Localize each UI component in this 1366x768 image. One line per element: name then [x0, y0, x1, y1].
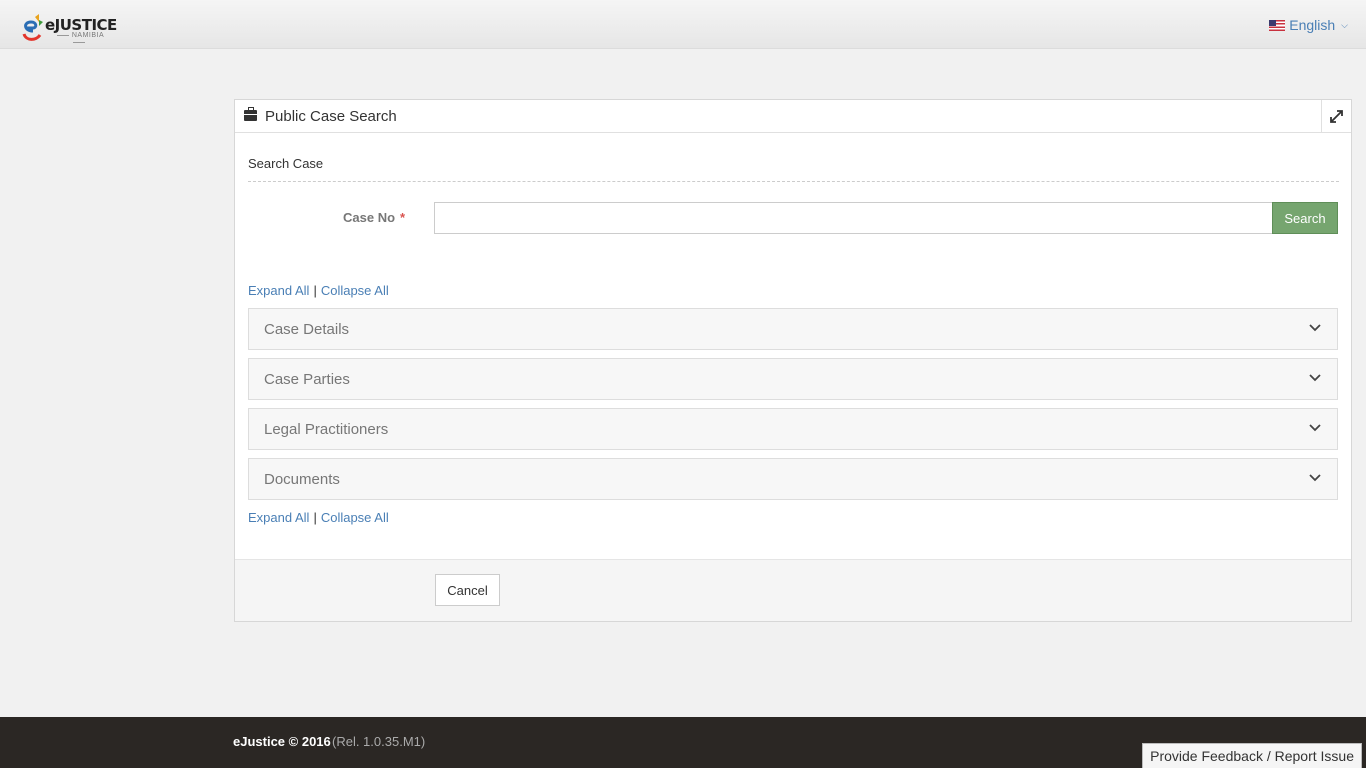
- case-no-input[interactable]: [434, 202, 1273, 234]
- chevron-down-icon: [1309, 424, 1321, 432]
- search-case-heading: Search Case: [248, 156, 324, 171]
- link-separator: |: [313, 283, 317, 298]
- chevron-down-icon: [1309, 374, 1321, 382]
- case-no-label-text: Case No: [343, 210, 396, 225]
- case-no-label: Case No *: [343, 210, 405, 225]
- ejustice-logo-icon: [22, 14, 43, 41]
- language-selector[interactable]: English ⌵: [1269, 17, 1348, 33]
- link-separator: |: [313, 510, 317, 525]
- accordion-label: Legal Practitioners: [264, 421, 389, 438]
- panel-title: Public Case Search: [265, 108, 397, 125]
- expand-all-link[interactable]: Expand All: [248, 510, 309, 525]
- section-divider: [248, 181, 1339, 182]
- cancel-button[interactable]: Cancel: [435, 574, 500, 606]
- accordion-legal-practitioners[interactable]: Legal Practitioners: [248, 408, 1338, 450]
- us-flag-icon: [1269, 19, 1286, 31]
- accordion-documents[interactable]: Documents: [248, 458, 1338, 500]
- accordion-label: Documents: [264, 471, 340, 488]
- search-button[interactable]: Search: [1272, 202, 1338, 234]
- release-version: (Rel. 1.0.35.M1): [332, 734, 426, 749]
- logo-subtitle: NAMIBIA: [46, 32, 112, 46]
- chevron-down-icon: ⌵: [1341, 19, 1348, 30]
- expand-collapse-links-top: Expand All | Collapse All: [248, 283, 389, 298]
- briefcase-icon: [244, 107, 257, 121]
- collapse-all-link[interactable]: Collapse All: [321, 510, 389, 525]
- page-footer: eJustice © 2016 (Rel. 1.0.35.M1) Provide…: [0, 717, 1366, 768]
- feedback-button[interactable]: Provide Feedback / Report Issue: [1142, 743, 1362, 768]
- accordion-case-details[interactable]: Case Details: [248, 308, 1338, 350]
- chevron-down-icon: [1309, 324, 1321, 332]
- ejustice-logo[interactable]: eJUSTICE NAMIBIA: [20, 12, 130, 44]
- copyright-text: eJustice © 2016: [233, 734, 331, 749]
- public-case-search-panel: Public Case Search Search Case Case No * …: [234, 99, 1352, 622]
- expand-all-link[interactable]: Expand All: [248, 283, 309, 298]
- panel-footer: Cancel: [235, 559, 1351, 621]
- top-header: eJUSTICE NAMIBIA English ⌵: [0, 0, 1366, 49]
- panel-header: Public Case Search: [235, 100, 1351, 133]
- accordion-label: Case Parties: [264, 371, 350, 388]
- accordion-case-parties[interactable]: Case Parties: [248, 358, 1338, 400]
- chevron-down-icon: [1309, 474, 1321, 482]
- expand-arrows-icon: [1330, 109, 1343, 123]
- language-label: English: [1289, 17, 1336, 33]
- expand-collapse-links-bottom: Expand All | Collapse All: [248, 510, 389, 525]
- fullscreen-expand-button[interactable]: [1321, 100, 1351, 132]
- collapse-all-link[interactable]: Collapse All: [321, 283, 389, 298]
- accordion-label: Case Details: [264, 321, 350, 338]
- required-marker: *: [400, 210, 406, 225]
